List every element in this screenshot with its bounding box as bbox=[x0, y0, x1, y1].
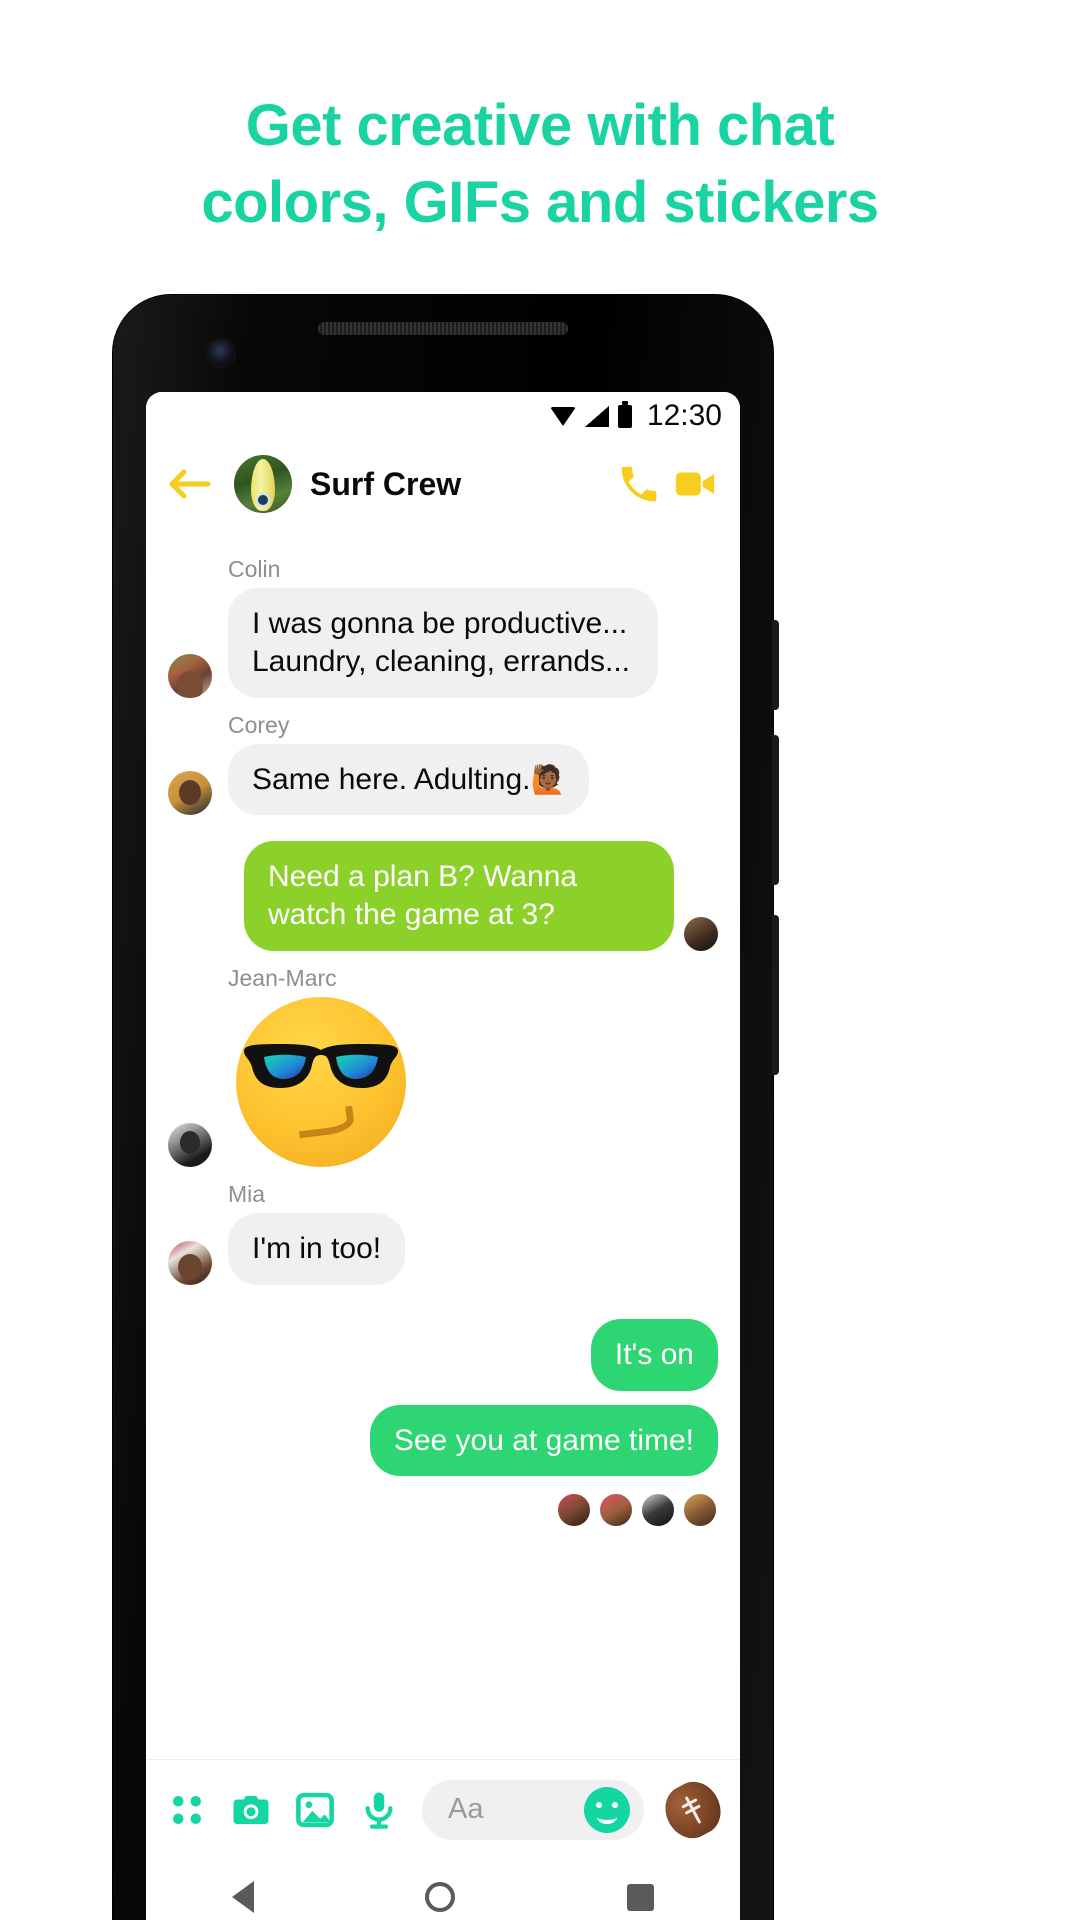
message-input-placeholder: Aa bbox=[448, 1793, 484, 1825]
message-sender-name: Jean-Marc bbox=[228, 964, 337, 991]
avatar bbox=[682, 1492, 718, 1529]
message-bubble[interactable]: See you at game time! bbox=[369, 1404, 718, 1477]
video-call-icon[interactable] bbox=[672, 461, 718, 507]
football-sticker-icon[interactable] bbox=[656, 1772, 730, 1847]
battery-icon bbox=[617, 400, 632, 428]
page-title: Get creative with chat colors, GIFs and … bbox=[0, 88, 1080, 241]
android-recents-icon[interactable] bbox=[627, 1883, 655, 1911]
message-row[interactable]: See you at game time! bbox=[146, 1404, 740, 1477]
message-thread[interactable]: Colin I was gonna be productive... Laund… bbox=[146, 528, 740, 1759]
avatar bbox=[598, 1492, 634, 1529]
surfboard-fin bbox=[258, 495, 268, 505]
message-sender-name: Corey bbox=[228, 711, 290, 738]
android-nav-bar bbox=[146, 1859, 740, 1920]
message-row[interactable] bbox=[146, 996, 740, 1167]
camera-icon[interactable] bbox=[230, 1789, 272, 1831]
earpiece-speaker bbox=[318, 322, 568, 335]
message-row[interactable]: Same here. Adulting.🙋🏾 bbox=[146, 743, 740, 816]
avatar bbox=[556, 1492, 592, 1529]
message-sender-name: Mia bbox=[228, 1180, 266, 1207]
raising-hand-emoji: 🙋🏾 bbox=[530, 763, 566, 795]
message-text: Same here. Adulting. bbox=[252, 762, 531, 796]
message-bubble[interactable]: It's on bbox=[590, 1318, 718, 1391]
message-composer: Aa bbox=[146, 1759, 740, 1859]
message-bubble[interactable]: Same here. Adulting.🙋🏾 bbox=[228, 743, 590, 816]
front-camera-icon bbox=[208, 340, 234, 366]
photo-gallery-icon[interactable] bbox=[294, 1789, 336, 1831]
signal-icon bbox=[584, 405, 609, 427]
power-button[interactable] bbox=[772, 915, 779, 1075]
avatar[interactable] bbox=[168, 771, 212, 816]
headline-line-1: Get creative with chat bbox=[245, 93, 835, 158]
avatar bbox=[640, 1492, 676, 1529]
smiley-face-icon[interactable] bbox=[584, 1786, 630, 1833]
sunglasses-shape bbox=[244, 1043, 398, 1088]
avatar[interactable] bbox=[168, 1122, 212, 1167]
microphone-icon[interactable] bbox=[358, 1789, 400, 1831]
avatar[interactable] bbox=[168, 653, 212, 698]
volume-up-button[interactable] bbox=[772, 620, 779, 710]
message-row[interactable]: It's on bbox=[146, 1318, 740, 1391]
seen-by-avatars bbox=[146, 1476, 740, 1529]
volume-down-button[interactable] bbox=[772, 735, 779, 885]
avatar[interactable] bbox=[168, 1240, 212, 1285]
message-bubble[interactable]: Need a plan B? Wanna watch the game at 3… bbox=[244, 841, 674, 951]
back-arrow-icon[interactable] bbox=[168, 466, 212, 502]
status-bar: 12:30 bbox=[146, 392, 740, 440]
message-row[interactable]: I was gonna be productive... Laundry, cl… bbox=[146, 588, 740, 698]
phone-screen: 12:30 Surf Crew Colin I was gonna be pro… bbox=[146, 392, 740, 1920]
status-bar-clock: 12:30 bbox=[646, 399, 722, 432]
chat-header: Surf Crew bbox=[146, 440, 740, 528]
cool-sunglasses-sticker[interactable] bbox=[236, 996, 406, 1167]
page-title: Surf Crew bbox=[310, 465, 462, 502]
phone-mockup: 12:30 Surf Crew Colin I was gonna be pro… bbox=[113, 295, 779, 1920]
message-row[interactable]: Need a plan B? Wanna watch the game at 3… bbox=[146, 841, 740, 951]
avatar[interactable] bbox=[684, 916, 718, 951]
android-home-icon[interactable] bbox=[425, 1882, 456, 1912]
headline-line-2: colors, GIFs and stickers bbox=[201, 169, 879, 235]
message-bubble[interactable]: I'm in too! bbox=[228, 1212, 406, 1285]
four-dots-apps-icon[interactable] bbox=[166, 1789, 208, 1831]
phone-call-icon[interactable] bbox=[616, 461, 662, 507]
avatar[interactable] bbox=[234, 455, 292, 513]
promo-screenshot: Get creative with chat colors, GIFs and … bbox=[0, 0, 1080, 1920]
message-sender-name: Colin bbox=[228, 556, 281, 582]
message-row[interactable]: I'm in too! bbox=[146, 1212, 740, 1285]
message-bubble[interactable]: I was gonna be productive... Laundry, cl… bbox=[228, 588, 658, 698]
wifi-icon bbox=[549, 406, 576, 426]
android-back-icon[interactable] bbox=[231, 1881, 254, 1913]
message-input[interactable]: Aa bbox=[422, 1779, 644, 1840]
